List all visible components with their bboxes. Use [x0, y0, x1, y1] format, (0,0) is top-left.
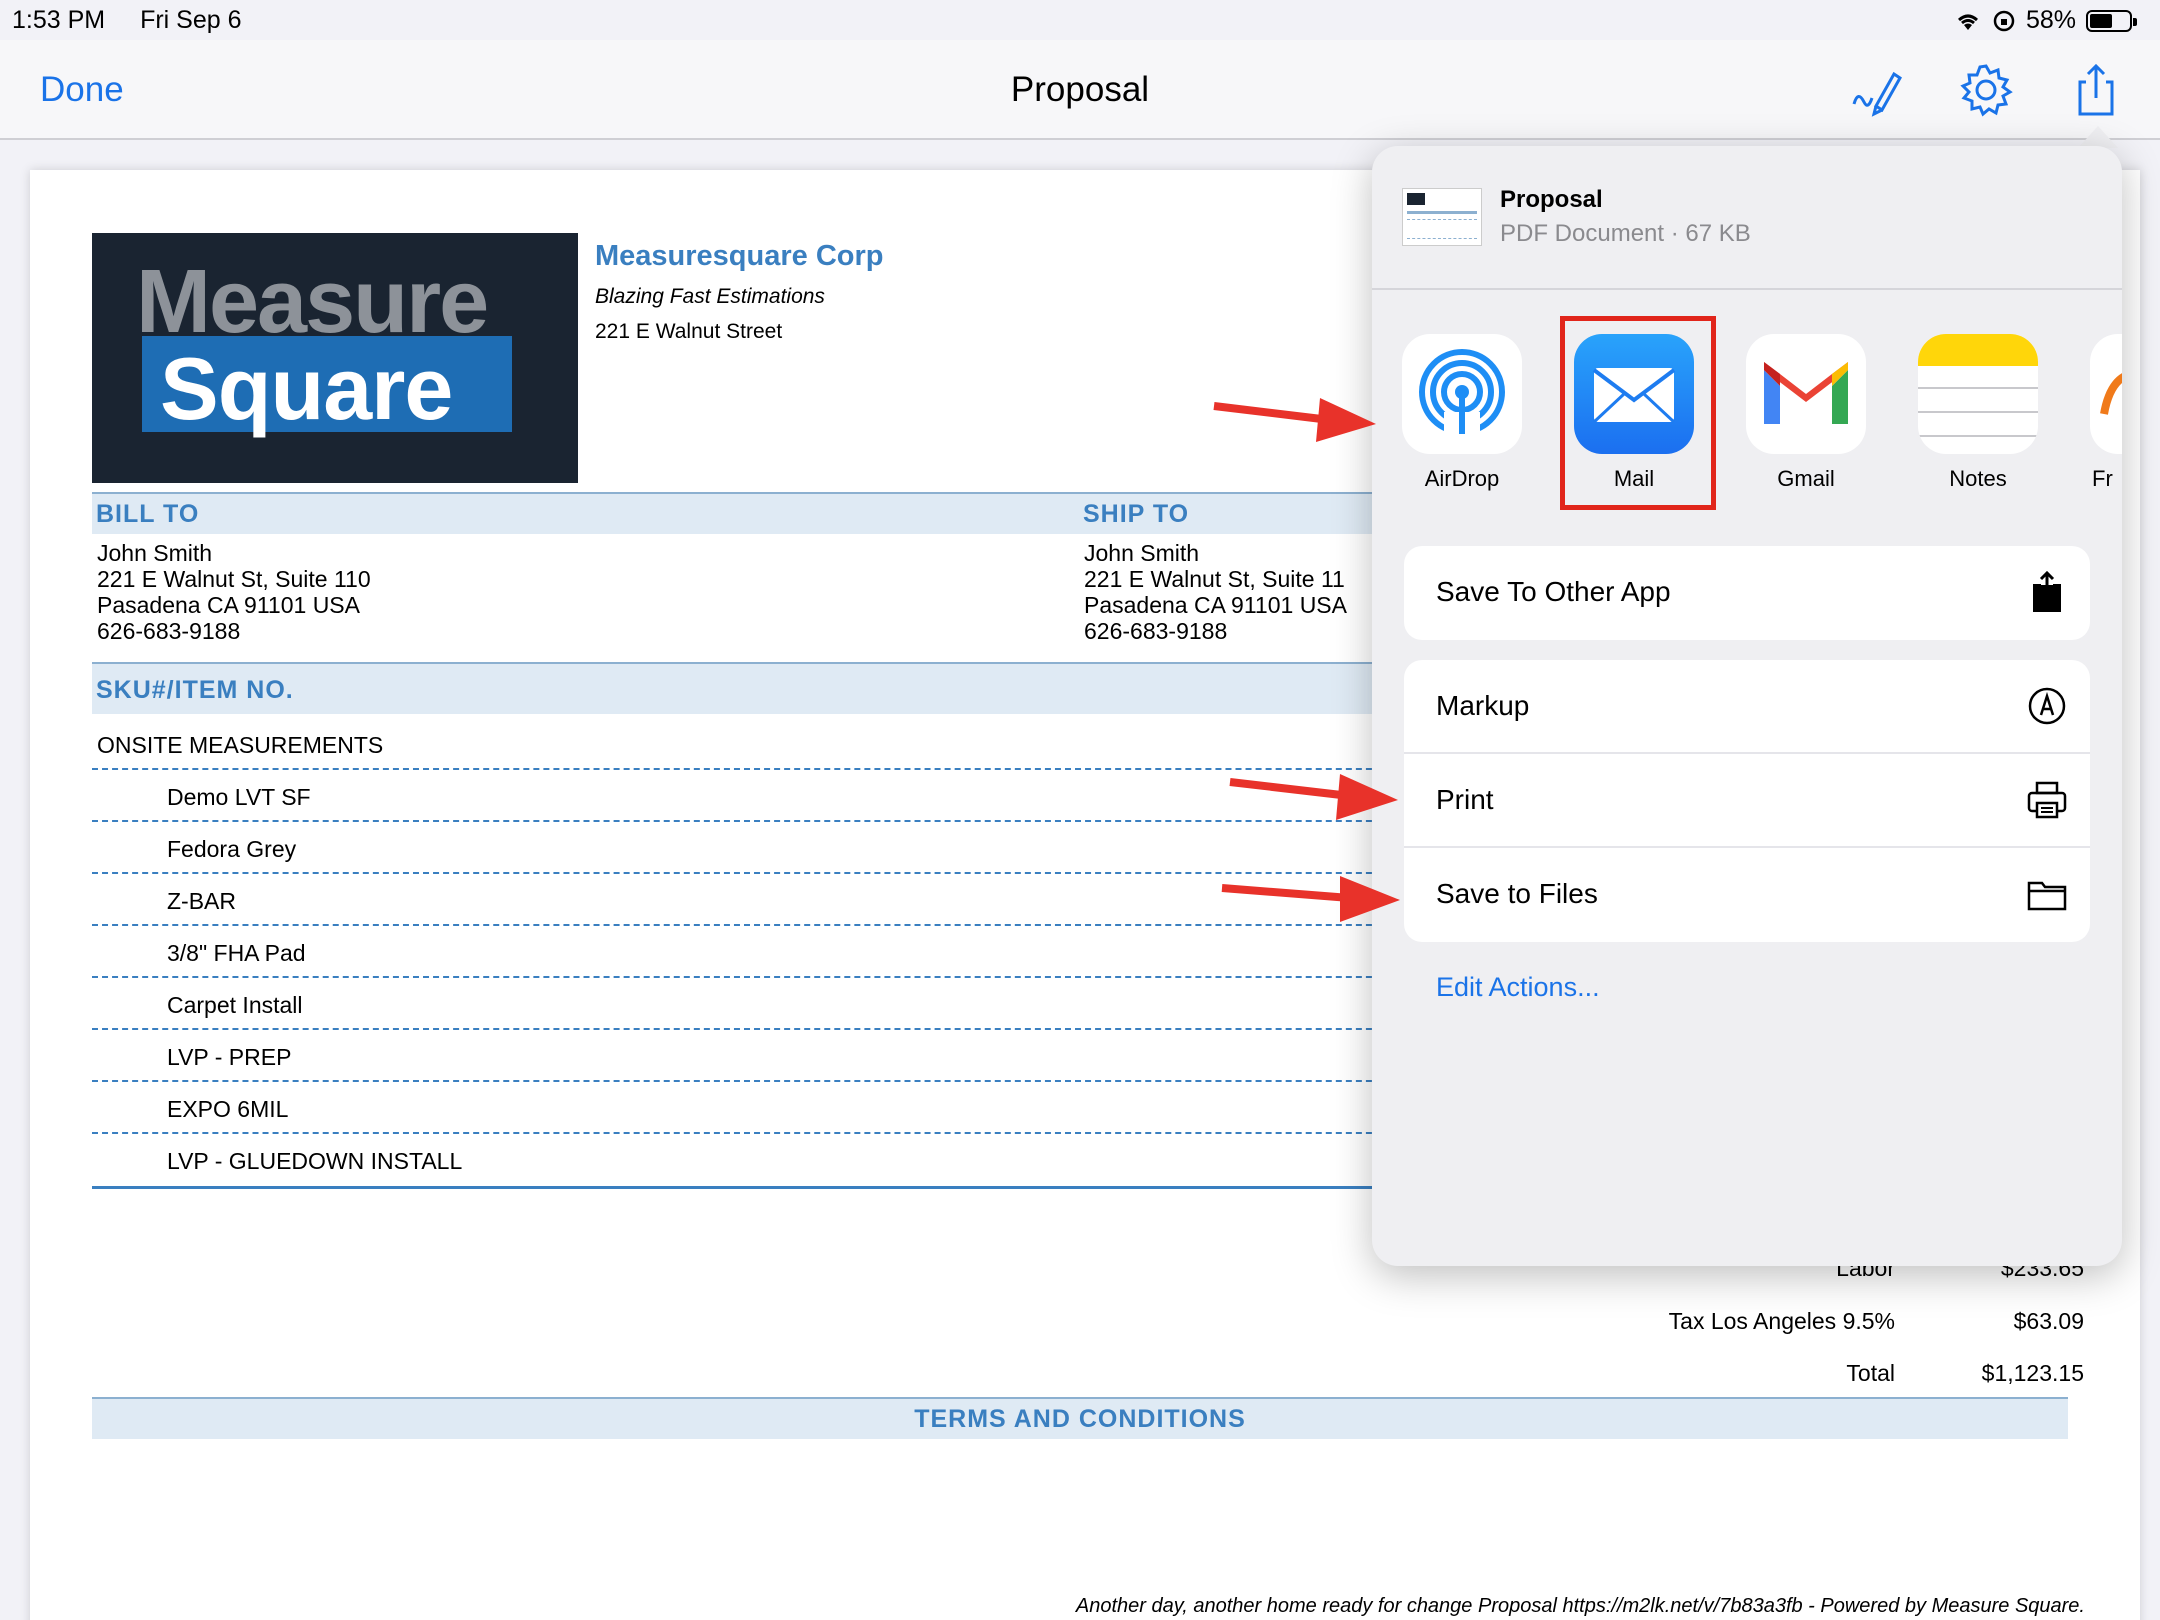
page-title: Proposal — [1010, 70, 1150, 109]
app-label: Fr — [2092, 466, 2113, 491]
section-title: ONSITE MEASUREMENTS — [97, 732, 384, 758]
battery-icon — [2086, 9, 2137, 32]
summary-value-tax: $63.09 — [2013, 1308, 2084, 1334]
orientation-lock-icon — [1993, 10, 2015, 31]
app-airdrop[interactable]: AirDrop — [1400, 334, 1524, 492]
line-item: Fedora Grey — [167, 836, 297, 862]
app-label: AirDrop — [1424, 466, 1500, 491]
ship-to-line: 221 E Walnut St, Suite 11 — [1084, 566, 1345, 592]
bill-to-line: 626-683-9188 — [97, 618, 241, 644]
markup-button[interactable]: Markup — [1404, 660, 2090, 754]
app-partial[interactable]: Fr — [2088, 334, 2122, 492]
logo-text-bottom: Square — [160, 339, 453, 438]
logo-box: Square — [142, 336, 512, 438]
app-label: Gmail — [1777, 466, 1835, 491]
file-name: Proposal — [1500, 186, 1603, 213]
line-item: 3/8" FHA Pad — [167, 940, 306, 966]
bill-to-line: 221 E Walnut St, Suite 110 — [97, 566, 371, 592]
partial-app-icon — [2090, 334, 2122, 454]
address-header-band: BILL TO SHIP TO — [92, 492, 1402, 534]
annotation-arrow-icon — [1229, 774, 1398, 820]
line-item: LVP - GLUEDOWN INSTALL — [167, 1148, 463, 1174]
share-up-icon — [2033, 571, 2061, 612]
action-label: Save To Other App — [1436, 576, 1671, 607]
items-end-rule — [92, 1186, 1402, 1189]
action-label: Save to Files — [1436, 878, 1598, 909]
row-divider — [92, 820, 1402, 822]
row-divider — [92, 1080, 1402, 1082]
row-divider — [92, 872, 1402, 874]
ship-to-header: SHIP TO — [1083, 500, 1190, 528]
company-logo: Measure Square — [92, 233, 578, 483]
line-item: Z-BAR — [167, 888, 236, 914]
ship-to-line: John Smith — [1084, 540, 1200, 566]
sku-header: SKU#/ITEM NO. — [96, 676, 294, 704]
company-tagline: Blazing Fast Estimations — [595, 285, 825, 308]
app-gmail[interactable]: Gmail — [1744, 334, 1868, 492]
popover-arrow — [2078, 126, 2118, 148]
document-thumbnail — [1402, 188, 1482, 246]
app-notes[interactable]: Notes — [1916, 334, 2040, 492]
folder-icon — [2027, 881, 2067, 911]
share-sheet: Proposal PDF Document · 67 KB AirDrop Ma… — [1372, 146, 2122, 1266]
row-divider — [92, 1132, 1402, 1134]
action-label: Print — [1436, 784, 1494, 815]
airdrop-icon — [1402, 334, 1522, 454]
line-item: Carpet Install — [167, 992, 303, 1018]
row-divider — [92, 1028, 1402, 1030]
ship-to-line: 626-683-9188 — [1084, 618, 1228, 644]
bill-to-address: John Smith 221 E Walnut St, Suite 110 Pa… — [97, 540, 371, 644]
wifi-icon — [1957, 14, 1978, 30]
status-left: 1:53 PM Fri Sep 6 — [12, 6, 270, 35]
gear-icon[interactable] — [1958, 62, 2014, 118]
save-to-files-button[interactable]: Save to Files — [1404, 848, 2090, 942]
items-header-band: SKU#/ITEM NO. — [92, 662, 1402, 714]
markup-icon — [2028, 687, 2066, 725]
company-name: Measuresquare Corp — [595, 240, 884, 272]
row-divider — [92, 924, 1402, 926]
bill-to-line: John Smith — [97, 540, 213, 566]
print-button[interactable]: Print — [1404, 754, 2090, 848]
navigation-bar: Done Proposal — [0, 40, 2160, 140]
row-divider — [92, 768, 1402, 770]
document-footer: Another day, another home ready for chan… — [1075, 1595, 2085, 1617]
printer-icon — [2027, 781, 2067, 819]
edit-actions-link[interactable]: Edit Actions... — [1436, 972, 1600, 1003]
signature-icon[interactable] — [1848, 62, 1904, 118]
annotation-arrow-icon — [1213, 398, 1376, 442]
bill-to-header: BILL TO — [96, 500, 200, 528]
file-info: PDF Document · 67 KB — [1500, 220, 1751, 247]
status-date: Fri Sep 6 — [140, 6, 242, 34]
company-street: 221 E Walnut Street — [595, 320, 783, 343]
ship-to-line: Pasadena CA 91101 USA — [1084, 592, 1347, 618]
share-icon[interactable] — [2068, 62, 2124, 118]
status-time: 1:53 PM — [12, 6, 106, 34]
action-label: Markup — [1436, 690, 1530, 721]
summary-label-total: Total — [1846, 1360, 1895, 1386]
ship-to-address: John Smith 221 E Walnut St, Suite 11 Pas… — [1084, 540, 1347, 644]
mail-highlight-box — [1560, 316, 1716, 510]
gmail-icon — [1746, 334, 1866, 454]
row-divider — [92, 976, 1402, 978]
save-other-group: Save To Other App — [1404, 546, 2090, 640]
save-to-other-app-button[interactable]: Save To Other App — [1404, 546, 2090, 640]
terms-header: TERMS AND CONDITIONS — [92, 1397, 2068, 1439]
notes-icon — [1918, 334, 2038, 454]
status-bar: 1:53 PM Fri Sep 6 58% — [0, 0, 2160, 40]
line-item: EXPO 6MIL — [167, 1096, 289, 1122]
battery-fill — [2090, 13, 2113, 28]
battery-percent: 58% — [2025, 6, 2076, 34]
annotation-arrow-icon — [1221, 876, 1400, 922]
summary-value-total: $1,123.15 — [1981, 1360, 2084, 1386]
actions-group: Markup Print Save to Files — [1404, 660, 2090, 942]
bill-to-line: Pasadena CA 91101 USA — [97, 592, 360, 618]
line-item: LVP - PREP — [167, 1044, 292, 1070]
line-item: Demo LVT SF — [167, 784, 311, 810]
share-sheet-header: Proposal PDF Document · 67 KB — [1372, 146, 2122, 290]
status-right: 58% — [1954, 6, 2137, 35]
summary-label-tax: Tax Los Angeles 9.5% — [1668, 1308, 1895, 1334]
app-label: Notes — [1949, 466, 2007, 491]
